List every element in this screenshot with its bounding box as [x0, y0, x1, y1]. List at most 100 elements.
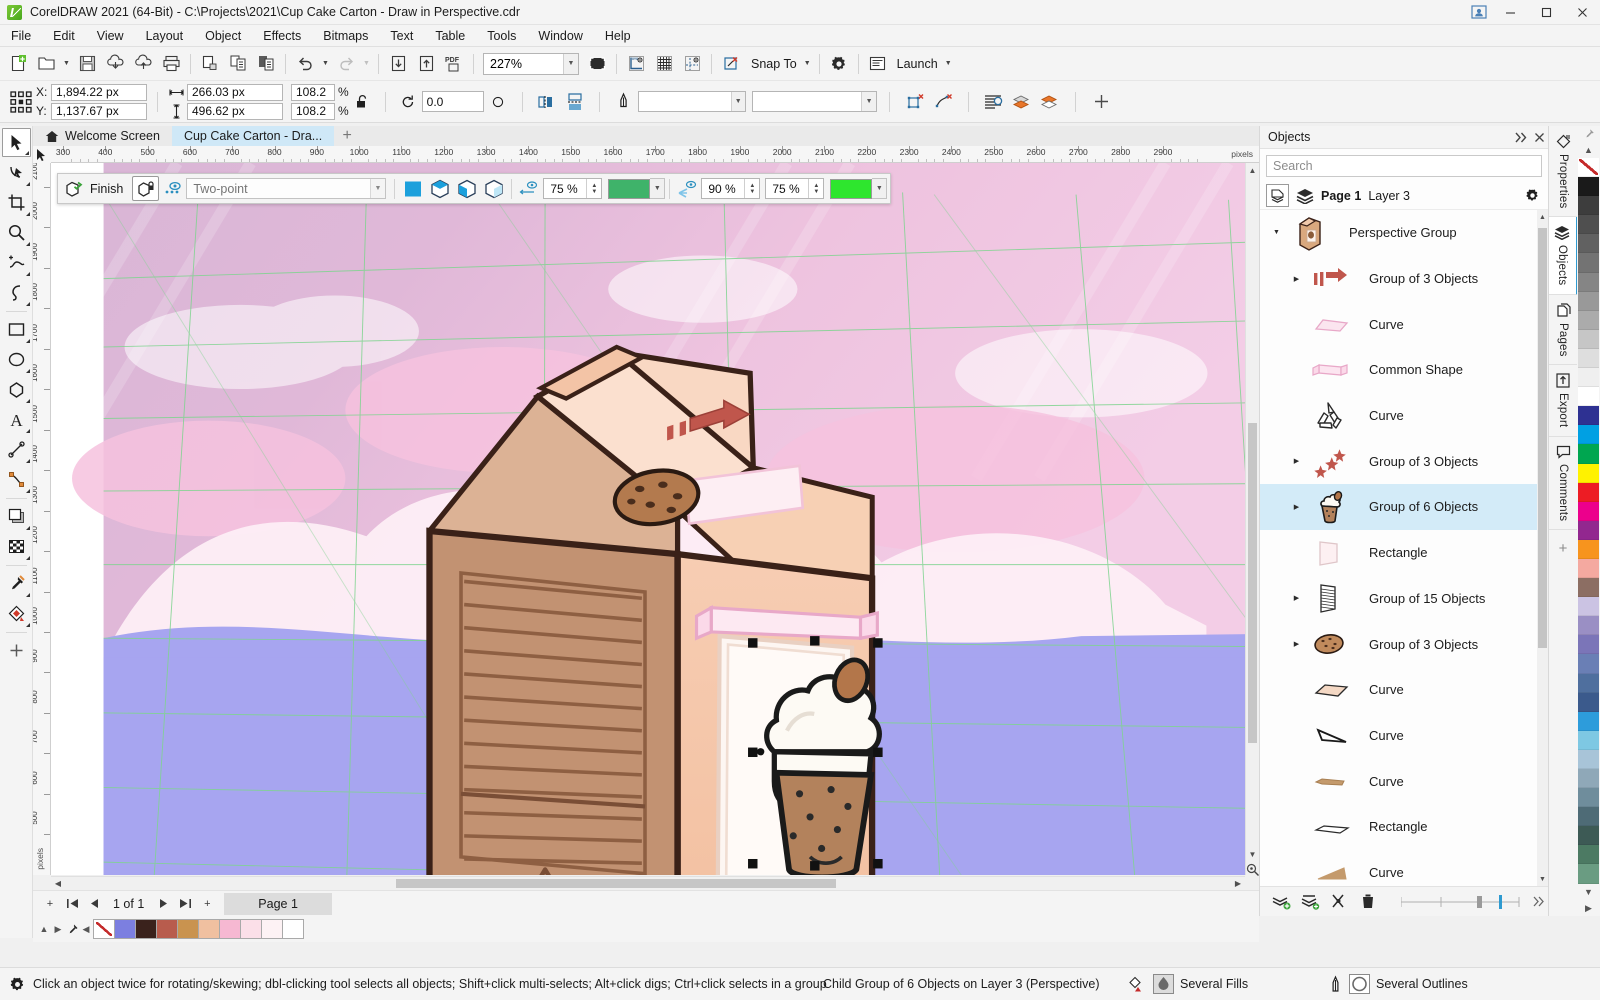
add-docker-button[interactable]: + — [1559, 540, 1568, 557]
perspective-grid-density-input[interactable] — [702, 179, 744, 198]
account-icon[interactable] — [1466, 0, 1492, 25]
polygon-tool-flyout-icon[interactable] — [26, 399, 30, 403]
drop-shadow-tool[interactable] — [2, 502, 31, 531]
artistic-media-tool-flyout-icon[interactable] — [26, 302, 30, 306]
object-row[interactable]: ▶Group of 6 Objects — [1260, 484, 1548, 530]
perspective-grid-color-swatch[interactable] — [830, 179, 872, 199]
color-swatch[interactable] — [1578, 807, 1599, 826]
objects-list[interactable]: ▼Perspective Group▶Group of 3 ObjectsCur… — [1260, 210, 1548, 886]
y-position-input[interactable] — [51, 103, 147, 120]
import-icon[interactable] — [101, 50, 129, 78]
object-row[interactable]: ▼Perspective Group — [1260, 210, 1548, 256]
order-to-back-icon[interactable] — [1035, 88, 1063, 116]
perspective-field-opacity-spin-icon[interactable]: ▲▼ — [586, 179, 601, 198]
docker-page-label[interactable]: Page 1 — [1321, 189, 1361, 203]
color-swatch[interactable] — [1578, 311, 1599, 330]
color-swatch[interactable] — [1578, 177, 1599, 196]
palette-scroll-up-icon[interactable]: ▲ — [1584, 142, 1593, 158]
palette-scroll-prev-icon[interactable]: ◀ — [79, 918, 93, 940]
menu-file[interactable]: File — [0, 25, 42, 47]
launch-icon[interactable] — [864, 50, 892, 78]
ellipse-tool[interactable] — [2, 345, 31, 374]
crop-tool[interactable] — [2, 188, 31, 217]
options-gear-icon[interactable] — [825, 50, 853, 78]
vertical-ruler[interactable]: 2100200019001800170016001500140013001200… — [33, 163, 51, 875]
color-swatch[interactable] — [1578, 769, 1599, 788]
canvas-vertical-scrollbar[interactable]: ▲ ▼ — [1245, 163, 1259, 875]
show-rulers-icon[interactable] — [622, 50, 650, 78]
color-swatch[interactable] — [282, 919, 304, 939]
outline-width-chevron-icon[interactable]: ▼ — [861, 92, 875, 111]
color-swatch[interactable] — [1578, 292, 1599, 311]
add-tab-button[interactable]: + — [334, 126, 360, 146]
color-swatch[interactable] — [1578, 349, 1599, 368]
object-row[interactable]: Curve — [1260, 301, 1548, 347]
object-origin-icon[interactable] — [6, 87, 36, 117]
objects-search-box[interactable] — [1266, 155, 1542, 177]
color-swatch[interactable] — [198, 919, 220, 939]
palette-scroll-down-icon[interactable]: ▼ — [1584, 884, 1593, 900]
launch-chevron-icon[interactable]: ▼ — [942, 50, 955, 78]
open-recent-chevron-icon[interactable]: ▼ — [60, 50, 73, 78]
color-eyedropper-tool[interactable] — [2, 569, 31, 598]
color-swatch-none[interactable] — [93, 919, 115, 939]
color-swatch-none[interactable] — [1578, 158, 1599, 177]
copy-icon[interactable] — [224, 50, 252, 78]
pick-tool[interactable] — [2, 128, 31, 157]
color-swatch[interactable] — [1578, 521, 1599, 540]
color-swatch[interactable] — [1578, 693, 1599, 712]
color-swatch[interactable] — [1578, 444, 1599, 463]
color-swatch[interactable] — [1578, 234, 1599, 253]
menu-tools[interactable]: Tools — [476, 25, 527, 47]
color-swatch[interactable] — [156, 919, 178, 939]
perspective-grid-color-chevron-icon[interactable]: ▼ — [872, 178, 887, 199]
perspective-grid-density-spin-icon[interactable]: ▲▼ — [744, 179, 759, 198]
mirror-vertical-icon[interactable] — [561, 88, 589, 116]
plane-right-icon[interactable] — [480, 176, 507, 201]
perspective-grid-opacity-spin-icon[interactable]: ▲▼ — [808, 179, 823, 198]
object-row[interactable]: Common Shape — [1260, 347, 1548, 393]
rectangle-tool[interactable] — [2, 315, 31, 344]
status-outline-group[interactable]: Several Outlines — [1328, 974, 1468, 994]
plane-left-icon[interactable] — [453, 176, 480, 201]
rectangle-tool-flyout-icon[interactable] — [26, 339, 30, 343]
height-input[interactable] — [187, 103, 283, 120]
objects-search-input[interactable] — [1267, 159, 1541, 173]
outline-width-combo[interactable]: ▼ — [752, 91, 877, 112]
object-row[interactable]: Rectangle — [1260, 530, 1548, 576]
menu-object[interactable]: Object — [194, 25, 252, 47]
connector-tool-flyout-icon[interactable] — [26, 489, 30, 493]
perspective-field-opacity-icon[interactable] — [516, 176, 543, 201]
menu-view[interactable]: View — [86, 25, 135, 47]
edit-across-layers-icon[interactable] — [1326, 890, 1352, 914]
outline-style-chevron-icon[interactable]: ▼ — [731, 92, 745, 111]
interactive-fill-tool-flyout-icon[interactable] — [26, 623, 30, 627]
color-swatch[interactable] — [1578, 616, 1599, 635]
canvas-horizontal-scrollbar[interactable]: ◀ ▶ — [51, 876, 1245, 890]
artistic-media-tool[interactable] — [2, 278, 31, 307]
add-page-before-button[interactable]: + — [39, 893, 61, 915]
perspective-field-opacity-input[interactable] — [544, 179, 586, 198]
docker-layer-label[interactable]: Layer 3 — [1368, 189, 1410, 203]
zoom-tool-flyout-icon[interactable] — [26, 242, 30, 246]
first-page-button[interactable] — [61, 893, 83, 915]
color-swatch[interactable] — [177, 919, 199, 939]
close-button[interactable] — [1564, 0, 1600, 25]
ruler-origin-corner[interactable] — [33, 146, 51, 163]
color-swatch[interactable] — [1578, 483, 1599, 502]
palette-expand-icon[interactable]: ▶ — [1585, 900, 1592, 916]
perspective-field-opacity-stepper[interactable]: ▲▼ — [543, 178, 602, 199]
object-row[interactable]: Curve — [1260, 850, 1548, 886]
scale-height-input[interactable] — [291, 103, 335, 120]
text-tool-flyout-icon[interactable] — [26, 429, 30, 433]
previous-page-button[interactable] — [83, 893, 105, 915]
object-row[interactable]: ▶Group of 15 Objects — [1260, 576, 1548, 622]
page-tab-page-1[interactable]: Page 1 — [224, 893, 332, 915]
color-swatch[interactable] — [1578, 330, 1599, 349]
width-input[interactable] — [187, 84, 283, 101]
collapse-docker-icon[interactable] — [1512, 126, 1530, 148]
cut-icon[interactable] — [196, 50, 224, 78]
transparency-tool-flyout-icon[interactable] — [26, 556, 30, 560]
snap-to-label[interactable]: Snap To — [745, 57, 801, 71]
full-screen-preview-icon[interactable] — [583, 50, 611, 78]
